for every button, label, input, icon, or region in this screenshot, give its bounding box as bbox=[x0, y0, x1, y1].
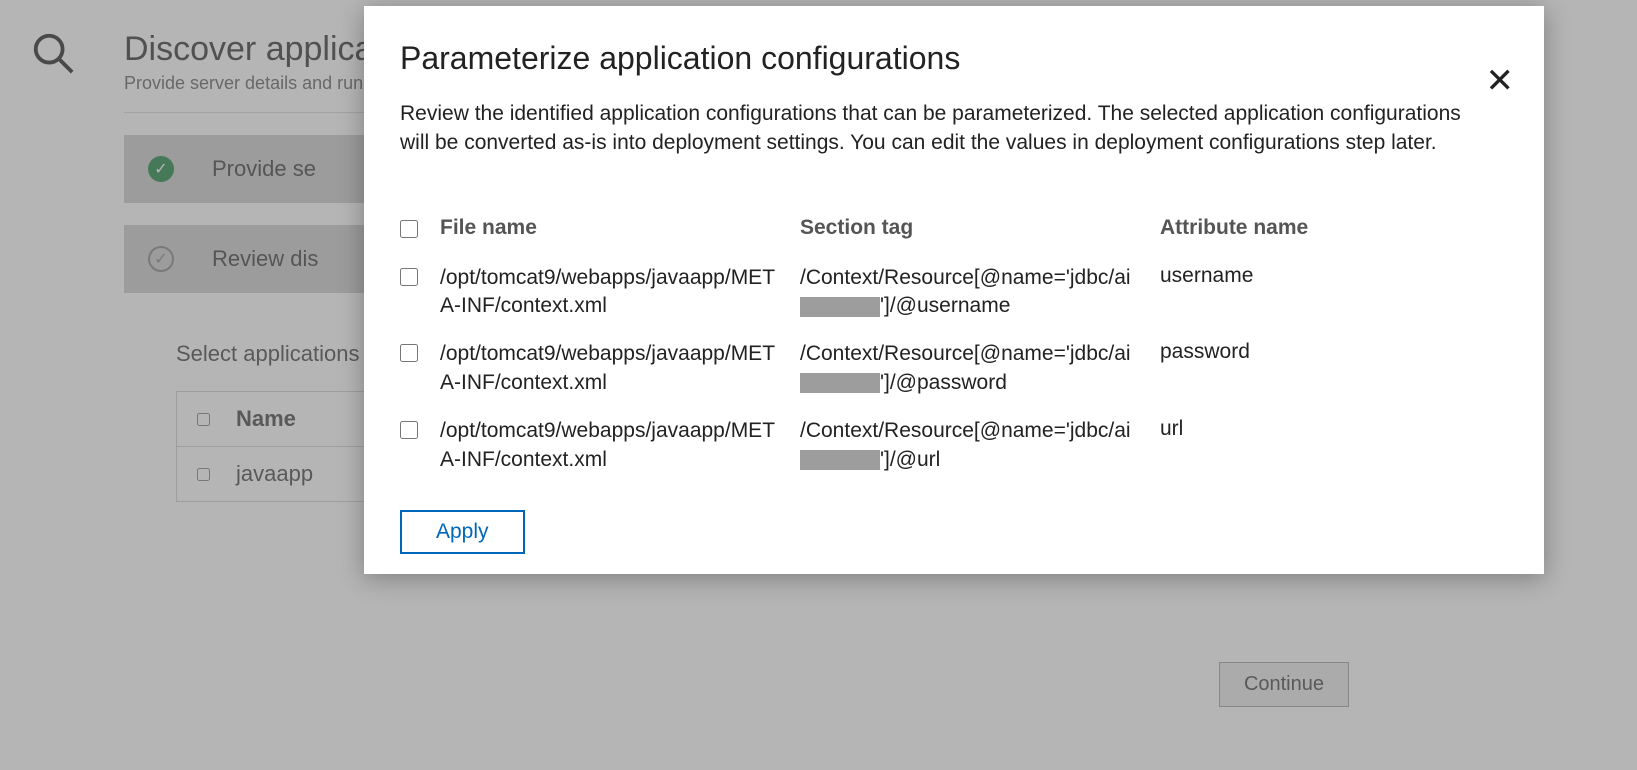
modal-title: Parameterize application configurations bbox=[400, 40, 1508, 77]
apply-button[interactable]: Apply bbox=[400, 510, 525, 554]
column-attribute-name: Attribute name bbox=[1160, 216, 1400, 240]
param-table-header: File name Section tag Attribute name bbox=[400, 206, 1508, 254]
param-row-url: /opt/tomcat9/webapps/javaapp/META-INF/co… bbox=[400, 407, 1508, 484]
redacted-segment bbox=[800, 373, 880, 393]
redacted-segment bbox=[800, 450, 880, 470]
column-file-name: File name bbox=[440, 216, 800, 240]
row-checkbox[interactable] bbox=[400, 421, 418, 439]
select-all-checkbox[interactable] bbox=[197, 413, 210, 426]
check-outline-icon: ✓ bbox=[148, 246, 174, 272]
file-name-cell: /opt/tomcat9/webapps/javaapp/META-INF/co… bbox=[440, 264, 800, 321]
modal-description: Review the identified application config… bbox=[400, 99, 1480, 158]
file-name-cell: /opt/tomcat9/webapps/javaapp/META-INF/co… bbox=[440, 340, 800, 397]
step-label: Review dis bbox=[212, 246, 318, 272]
param-row-username: /opt/tomcat9/webapps/javaapp/META-INF/co… bbox=[400, 254, 1508, 331]
section-tag-cell: /Context/Resource[@name='jdbc/ai ']/@use… bbox=[800, 264, 1160, 321]
attribute-name-cell: url bbox=[1160, 417, 1400, 441]
redacted-segment bbox=[800, 297, 880, 317]
attribute-name-cell: password bbox=[1160, 340, 1400, 364]
section-tag-cell: /Context/Resource[@name='jdbc/ai ']/@url bbox=[800, 417, 1160, 474]
param-select-all-checkbox[interactable] bbox=[400, 220, 418, 238]
row-checkbox[interactable] bbox=[197, 468, 210, 481]
row-checkbox[interactable] bbox=[400, 268, 418, 286]
row-checkbox[interactable] bbox=[400, 344, 418, 362]
close-icon[interactable]: ✕ bbox=[1486, 64, 1515, 98]
file-name-cell: /opt/tomcat9/webapps/javaapp/META-INF/co… bbox=[440, 417, 800, 474]
attribute-name-cell: username bbox=[1160, 264, 1400, 288]
continue-button[interactable]: Continue bbox=[1219, 662, 1349, 707]
parameters-table: File name Section tag Attribute name /op… bbox=[400, 206, 1508, 484]
app-name: javaapp bbox=[236, 461, 313, 487]
search-icon bbox=[30, 30, 76, 76]
bottom-bar: Continue bbox=[150, 653, 1367, 715]
section-tag-cell: /Context/Resource[@name='jdbc/ai ']/@pas… bbox=[800, 340, 1160, 397]
column-section-tag: Section tag bbox=[800, 216, 1160, 240]
column-name-header: Name bbox=[236, 406, 296, 432]
parameterize-modal: Parameterize application configurations … bbox=[364, 6, 1544, 574]
step-label: Provide se bbox=[212, 156, 316, 182]
param-row-password: /opt/tomcat9/webapps/javaapp/META-INF/co… bbox=[400, 330, 1508, 407]
checkmark-icon: ✓ bbox=[148, 156, 174, 182]
